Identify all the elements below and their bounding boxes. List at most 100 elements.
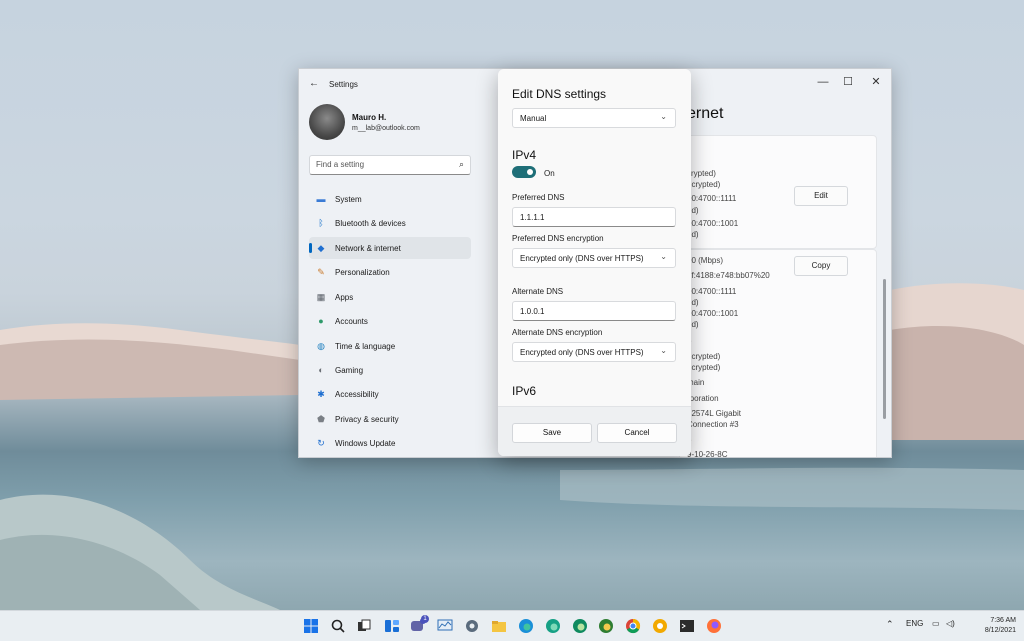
sidebar-item-accessibility[interactable]: ✱ Accessibility xyxy=(309,383,471,405)
search-icon[interactable] xyxy=(330,618,346,634)
property-value: Connection #3 xyxy=(687,420,739,429)
property-value: 00 (Mbps) xyxy=(687,256,724,265)
input-value: 1.1.1.1 xyxy=(520,213,545,222)
sidebar-item-system[interactable]: ▬ System xyxy=(309,188,471,210)
property-value: 9-10-26-8C xyxy=(687,450,728,458)
start-icon[interactable] xyxy=(303,618,319,634)
chrome-icon[interactable] xyxy=(625,618,641,634)
cancel-button[interactable]: Cancel xyxy=(597,423,677,443)
update-icon: ↻ xyxy=(317,438,325,448)
scrollbar[interactable] xyxy=(883,279,886,419)
search-input[interactable]: Find a setting ⌕ xyxy=(309,155,471,175)
avatar[interactable] xyxy=(309,104,345,140)
gaming-icon: ◐ xyxy=(318,365,324,375)
property-value: ncrypted) xyxy=(687,180,721,189)
sidebar-item-label: Personalization xyxy=(335,268,390,277)
task-view-icon[interactable] xyxy=(356,618,372,634)
window-title: Settings xyxy=(329,80,358,89)
property-value: crypted) xyxy=(687,169,716,178)
active-indicator xyxy=(309,243,312,253)
select-value: Encrypted only (DNS over HTTPS) xyxy=(520,348,644,357)
save-button[interactable]: Save xyxy=(512,423,592,443)
file-explorer-icon[interactable] xyxy=(491,618,507,634)
dns-mode-select[interactable]: Manual ⌄ xyxy=(512,108,676,128)
dialog-body[interactable]: Edit DNS settings Manual ⌄ IPv4 On Prefe… xyxy=(498,69,691,406)
chrome-canary-icon[interactable] xyxy=(652,618,668,634)
input-value: 1.0.0.1 xyxy=(520,307,545,316)
minimize-button[interactable]: — xyxy=(813,73,833,91)
clock-time: 7:36 AM xyxy=(990,617,1016,624)
sidebar-item-privacy[interactable]: ⬟ Privacy & security xyxy=(309,408,471,430)
language-indicator[interactable]: ENG xyxy=(906,619,923,628)
search-icon: ⌕ xyxy=(458,159,464,169)
maximize-button[interactable]: ☐ xyxy=(838,73,858,91)
network-tray-icon[interactable]: ▭ xyxy=(932,619,940,628)
alternate-encryption-select[interactable]: Encrypted only (DNS over HTTPS) ⌄ xyxy=(512,342,676,362)
terminal-icon[interactable] xyxy=(679,618,695,634)
shield-icon: ⬟ xyxy=(317,414,325,424)
property-value: rporation xyxy=(687,394,719,403)
toggle-label: On xyxy=(544,169,555,178)
dialog-footer: Save Cancel xyxy=(498,406,691,456)
edge-canary-icon[interactable] xyxy=(598,618,614,634)
back-arrow-icon[interactable]: ← xyxy=(309,78,319,89)
accounts-icon: ● xyxy=(318,316,324,326)
sidebar-item-bluetooth[interactable]: ᛒ Bluetooth & devices xyxy=(309,212,471,234)
profile-email: m__lab@outlook.com xyxy=(352,125,420,132)
sidebar-item-time-language[interactable]: ◍ Time & language xyxy=(309,335,471,357)
profile-name: Mauro H. xyxy=(352,113,387,122)
widgets-icon[interactable] xyxy=(384,618,400,634)
edge-icon[interactable] xyxy=(518,618,534,634)
chevron-down-icon: ⌄ xyxy=(660,112,667,121)
alternate-encryption-label: Alternate DNS encryption xyxy=(512,328,603,337)
property-value: 82574L Gigabit xyxy=(687,409,741,418)
sidebar-item-apps[interactable]: ▦ Apps xyxy=(309,286,471,308)
sidebar-item-windows-update[interactable]: ↻ Windows Update xyxy=(309,432,471,454)
bluetooth-icon: ᛒ xyxy=(318,218,324,228)
sidebar-item-label: System xyxy=(335,195,362,204)
chevron-down-icon: ⌄ xyxy=(660,346,667,355)
clock[interactable]: 7:36 AM 8/12/2021 xyxy=(985,616,1016,636)
globe-icon: ◍ xyxy=(317,341,325,351)
dialog-title: Edit DNS settings xyxy=(512,87,607,101)
property-value: 00:4700::1111 xyxy=(687,194,737,203)
sidebar-item-network[interactable]: ◆ Network & internet xyxy=(309,237,471,259)
close-button[interactable]: ✕ xyxy=(866,73,886,91)
volume-icon[interactable]: ◁) xyxy=(946,619,955,628)
ipv4-heading: IPv4 xyxy=(512,148,537,162)
property-value: 7f:4188:e748:bb07%20 xyxy=(687,271,770,280)
preferred-dns-label: Preferred DNS xyxy=(512,193,565,202)
page-title: ernet xyxy=(687,105,724,122)
preferred-encryption-select[interactable]: Encrypted only (DNS over HTTPS) ⌄ xyxy=(512,248,676,268)
sidebar-item-label: Bluetooth & devices xyxy=(335,219,406,228)
firefox-icon[interactable] xyxy=(706,618,722,634)
copy-button[interactable]: Copy xyxy=(794,256,848,276)
sidebar-item-label: Gaming xyxy=(335,366,364,375)
toggle-knob xyxy=(527,169,533,175)
sidebar-item-accounts[interactable]: ● Accounts xyxy=(309,310,471,332)
select-value: Manual xyxy=(520,114,547,123)
preferred-dns-input[interactable]: 1.1.1.1 xyxy=(512,207,676,227)
edit-dns-dialog: Edit DNS settings Manual ⌄ IPv4 On Prefe… xyxy=(498,69,691,456)
edge-dev-icon[interactable] xyxy=(572,618,588,634)
property-value: 00:4700::1001 xyxy=(687,219,739,228)
notification-badge: 1 xyxy=(421,615,429,623)
sidebar-item-label: Apps xyxy=(335,293,354,302)
property-value: 00:4700::1111 xyxy=(687,287,737,296)
monitor-icon[interactable] xyxy=(437,618,453,634)
clock-date: 8/12/2021 xyxy=(984,627,1016,634)
brush-icon: ✎ xyxy=(317,267,325,277)
edit-button[interactable]: Edit xyxy=(794,186,848,206)
settings-icon[interactable] xyxy=(464,618,480,634)
alternate-dns-input[interactable]: 1.0.0.1 xyxy=(512,301,676,321)
property-value: ncrypted) xyxy=(687,352,721,361)
taskbar: 1 ⌃ ENG ▭ ◁) 7:36 AM 8/12/2021 xyxy=(0,610,1024,641)
sidebar-item-personalization[interactable]: ✎ Personalization xyxy=(309,261,471,283)
edge-beta-icon[interactable] xyxy=(545,618,561,634)
chevron-up-icon[interactable]: ⌃ xyxy=(886,619,894,630)
sidebar-item-gaming[interactable]: ◐ Gaming xyxy=(309,359,471,381)
network-icon: ◆ xyxy=(317,243,325,253)
sidebar-item-label: Accessibility xyxy=(335,390,379,399)
ipv4-toggle[interactable] xyxy=(512,166,536,178)
sidebar-item-label: Windows Update xyxy=(335,439,396,448)
